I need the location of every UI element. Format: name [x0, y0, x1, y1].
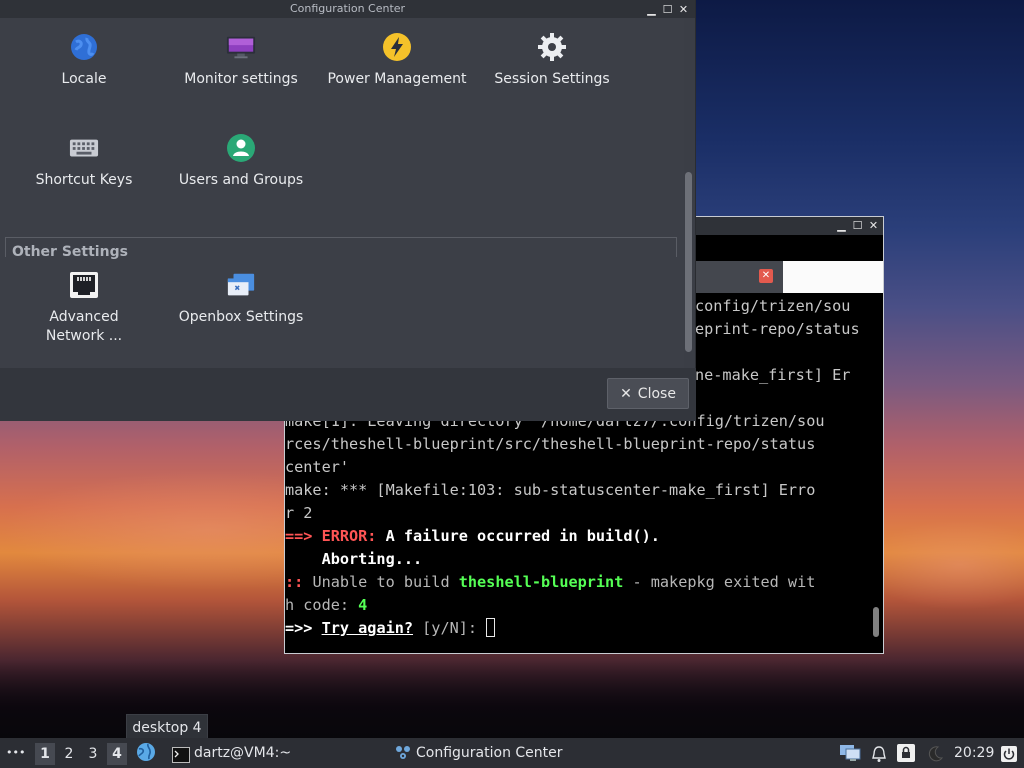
tab-bar-empty-area — [783, 261, 883, 293]
settings-item-shortcut-keys[interactable]: Shortcut Keys — [9, 133, 159, 190]
settings-item-session[interactable]: Session Settings — [477, 32, 627, 89]
exit-code-label: h code: — [285, 596, 359, 614]
notification-bell-icon[interactable] — [871, 744, 887, 762]
prompt-question: Try again? — [321, 619, 414, 637]
item-label: Users and Groups — [178, 172, 304, 188]
globe-icon — [69, 32, 99, 62]
text-cursor[interactable] — [486, 618, 496, 637]
keyboard-icon — [69, 133, 99, 163]
maximize-icon[interactable]: ☐ — [662, 4, 673, 15]
window-title: Configuration Center — [289, 2, 406, 15]
group-border — [5, 237, 6, 257]
settings-item-advanced-network[interactable]: Advanced Network ... — [9, 270, 159, 346]
terminal-unable-line: :: Unable to build theshell-blueprint - … — [285, 571, 873, 594]
item-label-line2: Network ... — [45, 328, 123, 344]
menu-dots-icon[interactable]: ••• — [6, 738, 25, 768]
minimize-icon[interactable]: ▁ — [646, 4, 657, 15]
unable-text-rest: - makepkg exited wit — [623, 573, 816, 591]
unable-text: Unable to build — [312, 573, 459, 591]
item-label: Power Management — [327, 71, 467, 87]
terminal-error-line: ==> ERROR: A failure occurred in build()… — [285, 525, 873, 548]
moon-tray-icon[interactable] — [926, 744, 944, 762]
desktop-3-button[interactable]: 3 — [83, 743, 103, 765]
settings-task-icon — [394, 743, 412, 763]
dialog-footer — [0, 368, 696, 421]
settings-item-locale[interactable]: Locale — [9, 32, 159, 89]
exit-code-value: 4 — [358, 596, 368, 614]
error-message: A failure occurred in build(). — [376, 527, 660, 545]
network-port-icon — [69, 270, 99, 300]
configuration-center-taskbar-button[interactable]: Configuration Center — [416, 738, 563, 768]
configuration-center-window[interactable]: Configuration Center ▁ ☐ ✕ Locale Monito… — [0, 0, 696, 421]
network-tray-icon[interactable] — [838, 743, 862, 763]
taskbar: ••• 1 2 3 4 dartz@VM4:~ Configuration Ce… — [0, 738, 1024, 768]
unable-prefix: :: — [285, 573, 313, 591]
settings-scrollbar[interactable] — [685, 172, 692, 352]
settings-item-power[interactable]: Power Management — [322, 32, 472, 89]
settings-item-monitor[interactable]: Monitor settings — [166, 32, 316, 89]
group-label-other-settings: Other Settings — [12, 244, 128, 260]
close-button[interactable]: ✕ Close — [607, 378, 689, 409]
maximize-icon[interactable]: ☐ — [852, 220, 863, 231]
terminal-line: rces/theshell-blueprint/src/theshell-blu… — [285, 435, 816, 453]
package-name: theshell-blueprint — [458, 573, 624, 591]
prompt-arrow: =>> — [285, 619, 322, 637]
prompt-options: [y/N]: — [413, 619, 487, 637]
desktop-2-button[interactable]: 2 — [59, 743, 79, 765]
window-titlebar[interactable]: Configuration Center ▁ ☐ ✕ — [0, 0, 695, 18]
monitor-icon — [226, 32, 256, 62]
browser-globe-icon[interactable] — [136, 742, 156, 764]
window-icon — [226, 270, 256, 300]
settings-item-users-groups[interactable]: Users and Groups — [166, 133, 316, 190]
gear-icon — [537, 32, 567, 62]
desktop-1-button[interactable]: 1 — [35, 743, 55, 765]
desktop-4-button[interactable]: 4 — [107, 743, 127, 765]
terminal-line: center' — [285, 458, 350, 476]
close-x-icon: ✕ — [620, 385, 632, 402]
group-border — [676, 237, 677, 257]
group-border — [5, 237, 677, 238]
error-word: ERROR: — [321, 527, 377, 545]
close-icon[interactable]: ✕ — [678, 4, 689, 15]
close-button-label: Close — [637, 385, 676, 402]
terminal-line: make: *** [Makefile:103: sub-statuscente… — [285, 481, 816, 499]
terminal-prompt-line[interactable]: =>> Try again? [y/N]: — [285, 617, 873, 640]
terminal-taskbar-button[interactable]: dartz@VM4:~ — [194, 738, 291, 768]
lock-tray-icon[interactable] — [896, 743, 916, 763]
desktop-tooltip: desktop 4 — [126, 714, 208, 740]
terminal-line: r 2 — [285, 504, 313, 522]
item-label-line1: Advanced — [49, 309, 119, 325]
item-label: Locale — [61, 71, 107, 87]
terminal-task-icon — [172, 744, 190, 763]
item-label: Openbox Settings — [178, 309, 304, 325]
clock[interactable]: 20:29 — [954, 738, 994, 768]
close-icon[interactable]: ✕ — [868, 220, 879, 231]
power-tray-icon[interactable] — [1000, 744, 1018, 762]
item-label: Session Settings — [494, 71, 610, 87]
lightning-icon — [382, 32, 412, 62]
settings-item-openbox[interactable]: Openbox Settings — [166, 270, 316, 327]
terminal-aborting-line: Aborting... — [285, 550, 423, 568]
item-label: Monitor settings — [184, 71, 298, 87]
wallpaper-cloud — [860, 520, 1024, 610]
tab-close-icon[interactable]: ✕ — [759, 269, 773, 283]
minimize-icon[interactable]: ▁ — [836, 220, 847, 231]
user-icon — [226, 133, 256, 163]
error-arrow: ==> — [285, 527, 322, 545]
item-label: Shortcut Keys — [35, 172, 133, 188]
terminal-exit-code-line: h code: 4 — [285, 594, 873, 617]
terminal-scrollbar[interactable] — [873, 607, 879, 637]
